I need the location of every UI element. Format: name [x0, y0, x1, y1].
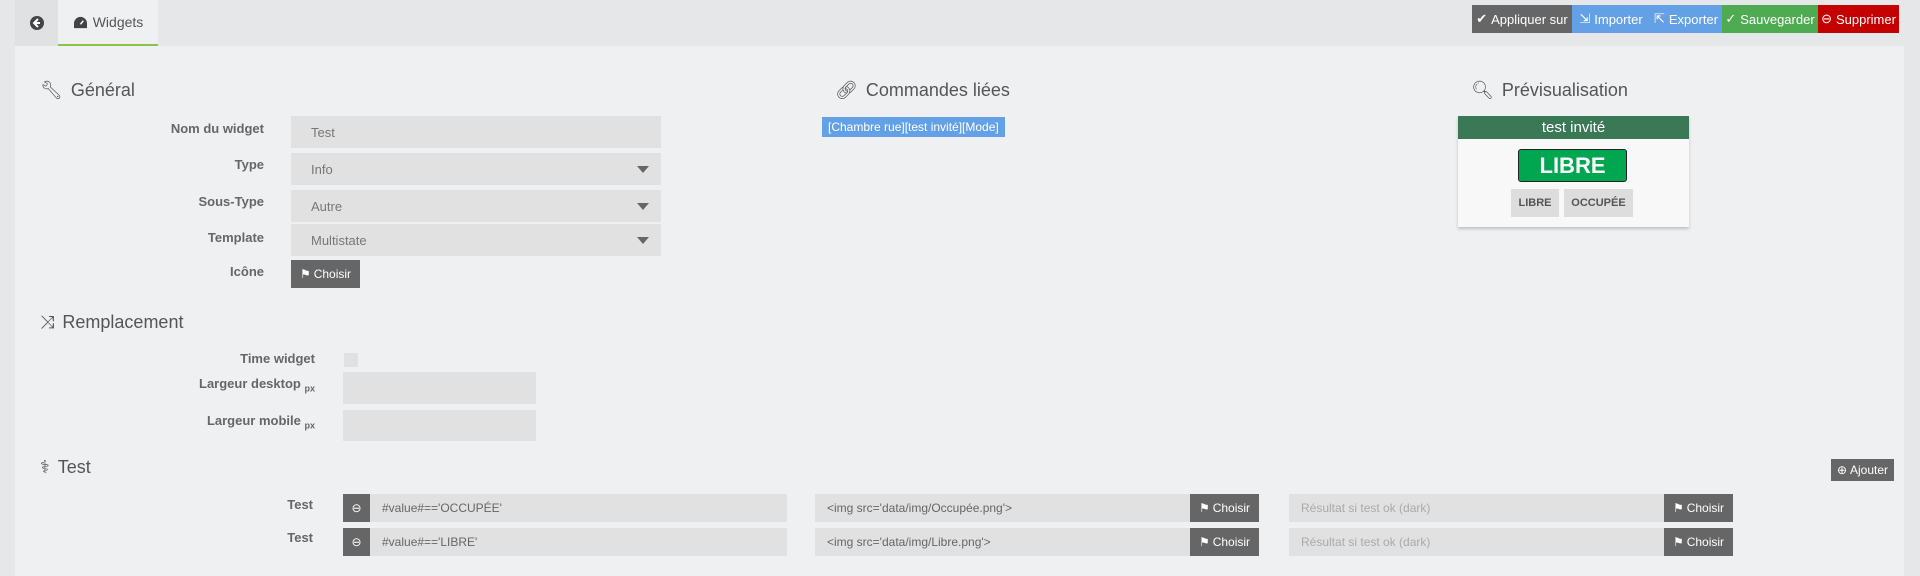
minus-circle-icon: ⊖: [1821, 11, 1832, 26]
condition-input[interactable]: #value#=='LIBRE': [370, 528, 787, 556]
time-widget-checkbox[interactable]: [344, 353, 358, 367]
arrow-left-circle-icon: [29, 16, 44, 30]
condition-input[interactable]: #value#=='OCCUPÉE': [370, 494, 787, 522]
type-select[interactable]: Info: [291, 153, 661, 185]
choose-result-button[interactable]: ⚑ Choisir: [1190, 494, 1259, 522]
flag-icon: ⚑: [299, 267, 311, 281]
minus-circle-icon: ⊖: [351, 535, 362, 549]
preview-title: Prévisualisation: [1501, 80, 1628, 100]
type-value: Info: [311, 161, 333, 177]
tab-widgets[interactable]: Widgets: [58, 0, 158, 46]
unit: px: [304, 383, 315, 394]
mobile-width-input[interactable]: [343, 410, 536, 441]
commands-title: Commandes liées: [865, 80, 1010, 100]
export-label: Exporter: [1668, 11, 1719, 27]
choose-dark-result-button[interactable]: ⚑ Choisir: [1664, 494, 1733, 522]
save-button[interactable]: ✓ Sauvegarder: [1722, 5, 1818, 33]
subtype-label: Sous-Type: [198, 194, 265, 209]
icon-label: Icône: [230, 264, 264, 279]
widget-state: LIBRE: [1518, 149, 1627, 182]
choose-result-button[interactable]: ⚑ Choisir: [1190, 528, 1259, 556]
option-libre-button[interactable]: LIBRE: [1511, 189, 1559, 217]
export-button[interactable]: ⇱ Exporter: [1650, 5, 1722, 33]
file-export-icon: ⇱: [1653, 11, 1665, 26]
import-button[interactable]: ⇲ Importer: [1572, 5, 1650, 33]
commands-section-title: 🔗︎ Commandes liées: [835, 80, 1010, 101]
choose-label: Choisir: [1212, 535, 1251, 549]
import-label: Importer: [1594, 11, 1643, 27]
apply-label: Appliquer sur: [1491, 11, 1568, 27]
choose-label: Choisir: [1686, 501, 1725, 515]
choose-label: Choisir: [1686, 535, 1725, 549]
choose-dark-result-button[interactable]: ⚑ Choisir: [1664, 528, 1733, 556]
option-occupee-button[interactable]: OCCUPÉE: [1564, 189, 1633, 217]
mobile-width-text: Largeur mobile: [206, 413, 301, 428]
name-input[interactable]: Test: [291, 116, 661, 148]
command-tag[interactable]: [Chambre rue][test invité][Mode]: [822, 117, 1005, 137]
stethoscope-icon: ⚕: [40, 457, 50, 477]
general-title: Général: [70, 80, 135, 100]
result-input[interactable]: <img src='data/img/Libre.png'>: [815, 528, 1190, 556]
check-circle-icon: ✓: [1725, 11, 1737, 26]
remove-test-button[interactable]: ⊖: [343, 528, 370, 556]
shuffle-icon: ⤨: [40, 312, 55, 332]
remove-test-button[interactable]: ⊖: [343, 494, 370, 522]
test-row-label: Test: [287, 530, 313, 545]
delete-label: Supprimer: [1835, 11, 1896, 27]
search-icon: 🔍︎: [1471, 80, 1494, 100]
replacement-title: Remplacement: [62, 312, 184, 332]
flag-icon: ⚑: [1198, 535, 1210, 549]
add-label: Ajouter: [1850, 463, 1889, 477]
subtype-value: Autre: [311, 198, 343, 214]
tab-label: Widgets: [92, 14, 144, 30]
result-input[interactable]: <img src='data/img/Occupée.png'>: [815, 494, 1190, 522]
dark-result-input[interactable]: Résultat si test ok (dark): [1289, 528, 1664, 556]
desktop-width-label: Largeur desktop px: [115, 376, 315, 394]
type-label: Type: [234, 157, 264, 172]
preview-section-title: 🔍︎ Prévisualisation: [1471, 80, 1628, 101]
wrench-icon: 🔧︎: [40, 80, 63, 100]
widget-title: test invité: [1458, 116, 1689, 139]
delete-button[interactable]: ⊖ Supprimer: [1818, 5, 1899, 33]
subtype-select[interactable]: Autre: [291, 190, 661, 222]
double-check-icon: ✔: [1476, 11, 1488, 26]
test-title: Test: [57, 457, 91, 477]
flag-icon: ⚑: [1672, 535, 1684, 549]
general-section-title: 🔧︎ Général: [40, 80, 135, 101]
link-icon: 🔗︎: [835, 80, 858, 100]
apply-button[interactable]: ✔ Appliquer sur: [1472, 5, 1572, 33]
time-widget-label: Time widget: [240, 351, 315, 366]
mobile-width-label: Largeur mobile px: [115, 413, 315, 431]
template-select[interactable]: Multistate: [291, 224, 661, 256]
widget-preview: test invité LIBRE LIBRE OCCUPÉE: [1458, 116, 1689, 227]
replacement-section-title: ⤨ Remplacement: [40, 312, 183, 333]
test-row-label: Test: [287, 497, 313, 512]
plus-circle-icon: ⊕: [1836, 463, 1848, 477]
unit: px: [304, 420, 315, 431]
dashboard-icon: [73, 16, 87, 28]
test-section-title: ⚕ Test: [40, 457, 91, 478]
minus-circle-icon: ⊖: [351, 501, 362, 515]
file-import-icon: ⇲: [1579, 11, 1591, 26]
choose-icon-button[interactable]: ⚑ Choisir: [291, 260, 360, 288]
flag-icon: ⚑: [1672, 501, 1684, 515]
template-label: Template: [207, 230, 264, 245]
save-label: Sauvegarder: [1740, 11, 1815, 27]
desktop-width-text: Largeur desktop: [199, 376, 301, 391]
choose-label: Choisir: [1212, 501, 1251, 515]
desktop-width-input[interactable]: [343, 372, 536, 404]
name-label: Nom du widget: [170, 121, 264, 136]
template-value: Multistate: [311, 232, 367, 248]
add-test-button[interactable]: ⊕ Ajouter: [1831, 459, 1894, 481]
flag-icon: ⚑: [1198, 501, 1210, 515]
back-tab[interactable]: [15, 0, 58, 46]
dark-result-input[interactable]: Résultat si test ok (dark): [1289, 494, 1664, 522]
choose-label: Choisir: [313, 267, 352, 281]
